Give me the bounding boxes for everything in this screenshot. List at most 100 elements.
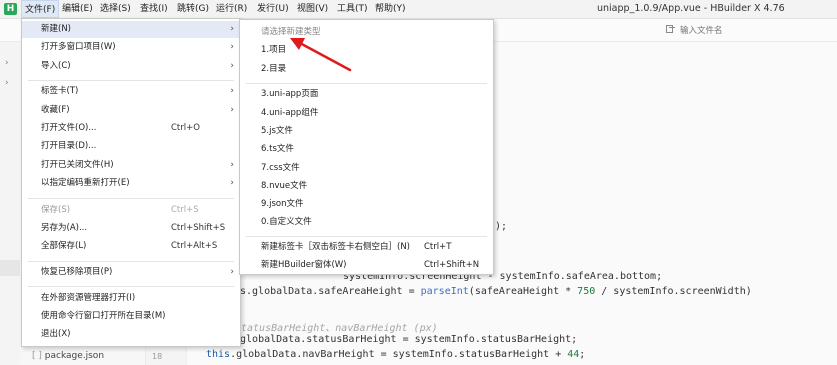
submenu-item-label: 9.json文件 bbox=[261, 199, 304, 209]
code-number: 44 bbox=[567, 349, 580, 360]
menu-item-label: 全部保存(L) bbox=[41, 241, 87, 251]
menu-item-tabs[interactable]: 标签卡(T) › bbox=[22, 83, 240, 100]
submenu-item-new-window[interactable]: 新建HBuilder窗体(W) Ctrl+Shift+N bbox=[240, 257, 493, 274]
submenu-item-uniapp-component[interactable]: 4.uni-app组件 bbox=[240, 105, 493, 122]
menu-item-favorites[interactable]: 收藏(F) › bbox=[22, 102, 240, 119]
submenu-item-js-file[interactable]: 5.js文件 bbox=[240, 123, 493, 140]
menu-item-label: 另存为(A)... bbox=[41, 223, 88, 233]
menu-item-open-file[interactable]: 打开文件(O)... Ctrl+O bbox=[22, 120, 240, 137]
menu-item-open-closed-file[interactable]: 打开已关闭文件(H) › bbox=[22, 157, 240, 174]
menu-run[interactable]: 运行(R) bbox=[213, 0, 250, 18]
submenu-item-uniapp-page[interactable]: 3.uni-app页面 bbox=[240, 86, 493, 103]
chevron-right-icon: › bbox=[230, 24, 234, 34]
submenu-item-label: 5.js文件 bbox=[261, 126, 293, 136]
code-token: ; bbox=[579, 349, 586, 360]
submenu-item-css-file[interactable]: 7.css文件 bbox=[240, 160, 493, 177]
submenu-item-project[interactable]: 1.项目 bbox=[240, 42, 493, 59]
code-keyword: this bbox=[206, 349, 231, 360]
submenu-item-label: 7.css文件 bbox=[261, 163, 300, 173]
side-strip bbox=[0, 42, 20, 365]
menu-publish[interactable]: 发行(U) bbox=[254, 0, 292, 18]
menu-item-open-in-terminal[interactable]: 使用命令行窗口打开所在目录(M) bbox=[22, 308, 240, 325]
menu-separator bbox=[246, 83, 487, 84]
submenu-item-nvue-file[interactable]: 8.nvue文件 bbox=[240, 178, 493, 195]
submenu-item-label: 0.自定义文件 bbox=[261, 217, 312, 227]
menu-item-open-in-explorer[interactable]: 在外部资源管理器打开(I) bbox=[22, 290, 240, 307]
file-package-json[interactable]: [ ] package.json bbox=[32, 351, 104, 361]
menu-view[interactable]: 视图(V) bbox=[294, 0, 331, 18]
menu-tools[interactable]: 工具(T) bbox=[334, 0, 371, 18]
menu-item-label: 打开已关闭文件(H) bbox=[41, 160, 114, 170]
code-fragment: ); bbox=[495, 221, 508, 232]
window-title: uniapp_1.0.9/App.vue - HBuilder X 4.76 bbox=[597, 3, 785, 14]
menu-item-save-all[interactable]: 全部保存(L) Ctrl+Alt+S bbox=[22, 238, 240, 255]
file-menu: 新建(N) › 打开多窗口项目(W) › 导入(C) › 标签卡(T) › 收藏… bbox=[21, 18, 241, 347]
chevron-right-icon: › bbox=[230, 86, 234, 96]
file-search-input[interactable] bbox=[664, 23, 832, 39]
submenu-item-label: 1.项目 bbox=[261, 45, 287, 55]
menu-item-label: 恢复已移除项目(P) bbox=[41, 267, 113, 277]
menu-item-label: 退出(X) bbox=[41, 329, 71, 339]
menu-edit[interactable]: 编辑(E) bbox=[59, 0, 96, 18]
menu-item-save-as[interactable]: 另存为(A)... Ctrl+Shift+S bbox=[22, 220, 240, 237]
menu-item-shortcut: Ctrl+Alt+S bbox=[171, 241, 218, 251]
submenu-item-label: 新建HBuilder窗体(W) bbox=[261, 260, 347, 270]
code-token: .globalData.navBarHeight = systemInfo.st… bbox=[230, 349, 568, 360]
menu-item-open-multi-window[interactable]: 打开多窗口项目(W) › bbox=[22, 39, 240, 56]
menu-item-label: 使用命令行窗口打开所在目录(M) bbox=[41, 311, 166, 321]
chevron-right-icon: › bbox=[230, 160, 234, 170]
menu-item-shortcut: Ctrl+Shift+S bbox=[171, 223, 226, 233]
menu-item-label: 导入(C) bbox=[41, 61, 71, 71]
menu-item-label: 保存(S) bbox=[41, 205, 71, 215]
chevron-right-icon: › bbox=[230, 178, 234, 188]
menu-file[interactable]: 文件(F) bbox=[21, 0, 60, 18]
submenu-item-label: 4.uni-app组件 bbox=[261, 108, 319, 118]
menu-item-new[interactable]: 新建(N) › bbox=[22, 21, 240, 38]
code-token: (safeAreaHeight * bbox=[468, 286, 578, 297]
submenu-item-directory[interactable]: 2.目录 bbox=[240, 61, 493, 78]
submenu-item-label: 8.nvue文件 bbox=[261, 181, 308, 191]
menu-item-label: 以指定编码重新打开(E) bbox=[41, 178, 130, 188]
submenu-item-custom-file[interactable]: 0.自定义文件 bbox=[240, 214, 493, 231]
code-comment: tatusBarHeight、navBarHeight (px) bbox=[241, 323, 438, 334]
submenu-item-new-tab[interactable]: 新建标签卡［双击标签卡右侧空白］(N) Ctrl+T bbox=[240, 239, 493, 256]
submenu-item-label: 新建标签卡［双击标签卡右侧空白］(N) bbox=[261, 242, 410, 252]
chevron-right-icon: › bbox=[230, 267, 234, 277]
submenu-item-label: 2.目录 bbox=[261, 64, 287, 74]
menu-item-import[interactable]: 导入(C) › bbox=[22, 58, 240, 75]
tree-chevron-icon[interactable]: › bbox=[5, 78, 9, 88]
chevron-right-icon: › bbox=[230, 61, 234, 71]
menu-item-restore-removed[interactable]: 恢复已移除项目(P) › bbox=[22, 264, 240, 281]
menu-separator bbox=[28, 80, 234, 81]
submenu-item-shortcut: Ctrl+T bbox=[424, 242, 452, 252]
menu-item-shortcut: Ctrl+S bbox=[171, 205, 199, 215]
code-line: .globalData.statusBarHeight = systemInfo… bbox=[234, 334, 578, 345]
tree-chevron-icon[interactable]: › bbox=[5, 58, 9, 68]
file-icon: [ ] bbox=[32, 351, 42, 361]
submenu-item-label: 6.ts文件 bbox=[261, 144, 294, 154]
submenu-hint: 请选择新建类型 bbox=[240, 24, 493, 41]
file-label: package.json bbox=[44, 351, 105, 361]
menu-select[interactable]: 选择(S) bbox=[97, 0, 134, 18]
app-logo: H bbox=[4, 3, 17, 15]
new-submenu: 请选择新建类型 1.项目 2.目录 3.uni-app页面 4.uni-app组… bbox=[239, 19, 494, 275]
menu-item-label: 在外部资源管理器打开(I) bbox=[41, 293, 136, 303]
menu-separator bbox=[28, 286, 234, 287]
submenu-item-label: 3.uni-app页面 bbox=[261, 89, 319, 99]
menu-bar: H 文件(F) 编辑(E) 选择(S) 查找(I) 跳转(G) 运行(R) 发行… bbox=[0, 0, 837, 19]
menu-item-label: 标签卡(T) bbox=[41, 86, 79, 96]
submenu-item-json-file[interactable]: 9.json文件 bbox=[240, 196, 493, 213]
menu-find[interactable]: 查找(I) bbox=[137, 0, 171, 18]
menu-item-reopen-with-encoding[interactable]: 以指定编码重新打开(E) › bbox=[22, 175, 240, 192]
menu-goto[interactable]: 跳转(G) bbox=[174, 0, 212, 18]
menu-item-open-directory[interactable]: 打开目录(D)... bbox=[22, 138, 240, 155]
code-line: s.globalData.safeAreaHeight = parseInt(s… bbox=[240, 286, 752, 297]
menu-help[interactable]: 帮助(Y) bbox=[372, 0, 409, 18]
chevron-right-icon: › bbox=[230, 105, 234, 115]
line-number: 18 bbox=[152, 352, 163, 361]
menu-item-exit[interactable]: 退出(X) bbox=[22, 326, 240, 343]
submenu-item-ts-file[interactable]: 6.ts文件 bbox=[240, 141, 493, 158]
menu-item-label: 打开目录(D)... bbox=[41, 141, 97, 151]
menu-item-save[interactable]: 保存(S) Ctrl+S bbox=[22, 202, 240, 219]
code-token: / systemInfo.screenWidth) bbox=[595, 286, 752, 297]
